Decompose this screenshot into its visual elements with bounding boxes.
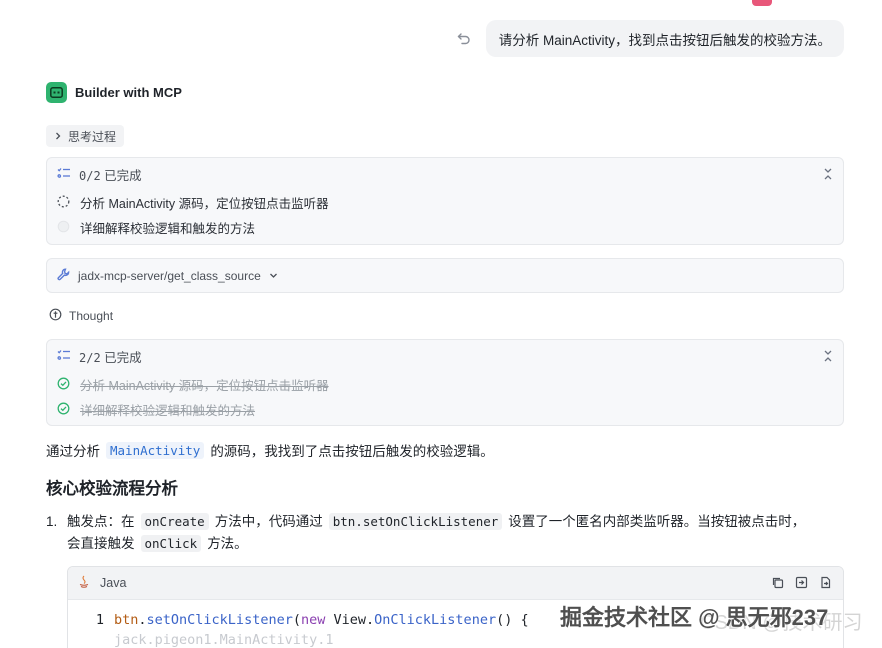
chevron-down-icon bbox=[269, 269, 278, 283]
check-circle-icon bbox=[57, 377, 70, 393]
checklist-icon bbox=[57, 349, 71, 364]
paragraph-text: 通过分析 bbox=[46, 444, 100, 459]
thinking-process-label: 思考过程 bbox=[68, 129, 117, 144]
inline-code: btn.setOnClickListener bbox=[328, 513, 503, 530]
inline-code: onClick bbox=[140, 535, 202, 552]
task-list-card-2: 2/2 已完成 分析 MainActivity 源码，定位按钮点击监听器 详细解… bbox=[46, 339, 844, 426]
java-icon bbox=[78, 575, 90, 592]
check-circle-icon bbox=[57, 402, 70, 418]
task-progress-status: 已完成 bbox=[104, 350, 142, 365]
list-text: 方法中，代码通过 bbox=[214, 514, 323, 529]
response-paragraph: 通过分析 MainActivity 的源码，我找到了点击按钮后触发的校验逻辑。 bbox=[46, 440, 494, 460]
thought-row[interactable]: Thought bbox=[49, 308, 113, 324]
collapse-icon[interactable] bbox=[821, 167, 835, 181]
loading-spinner-icon bbox=[57, 195, 70, 211]
thought-label: Thought bbox=[69, 309, 114, 323]
paragraph-text: 的源码，我找到了点击按钮后触发的校验逻辑。 bbox=[210, 444, 494, 459]
code-token: jack.pigeon1.MainActivity.1 bbox=[114, 632, 334, 648]
wrench-icon bbox=[57, 267, 70, 284]
line-number: 1 bbox=[95, 612, 104, 628]
agent-name: Builder with MCP bbox=[75, 85, 182, 100]
insert-code-icon[interactable] bbox=[795, 576, 809, 590]
code-token: new bbox=[300, 612, 326, 628]
inline-code: onCreate bbox=[140, 513, 209, 530]
tool-call-row[interactable]: jadx-mcp-server/get_class_source bbox=[46, 258, 844, 293]
user-avatar bbox=[752, 0, 772, 6]
code-language-label: Java bbox=[100, 576, 127, 590]
code-token: setOnClickListener bbox=[146, 612, 293, 628]
list-text: 方法。 bbox=[207, 536, 248, 551]
thought-info-icon bbox=[49, 308, 62, 324]
tool-call-name: jadx-mcp-server/get_class_source bbox=[78, 268, 261, 283]
task-progress-status: 已完成 bbox=[104, 168, 142, 183]
task-list-header: 0/2 已完成 bbox=[47, 158, 843, 190]
task-item-label: 详细解释校验逻辑和触发的方法 bbox=[80, 404, 256, 418]
task-list-card-1: 0/2 已完成 分析 MainActivity 源码，定位按钮点击监听器 详细解… bbox=[46, 157, 844, 245]
code-token: . bbox=[138, 612, 147, 628]
thinking-process-toggle[interactable]: 思考过程 bbox=[46, 125, 125, 147]
list-text: 会直接触发 bbox=[67, 536, 135, 551]
watermark: 掘金技术社区 @ 思无邪237 bbox=[560, 605, 829, 630]
builder-logo-icon bbox=[46, 82, 67, 103]
collapse-icon[interactable] bbox=[821, 349, 835, 363]
inline-code: MainActivity bbox=[106, 441, 205, 459]
code-token: View. bbox=[325, 612, 375, 628]
code-token: () { bbox=[496, 612, 529, 628]
code-block-header: Java bbox=[68, 567, 843, 600]
user-message-row: 请分析 MainActivity，找到点击按钮后触发的校验方法。 bbox=[456, 20, 844, 57]
chevron-right-icon bbox=[54, 129, 62, 143]
user-message-bubble: 请分析 MainActivity，找到点击按钮后触发的校验方法。 bbox=[485, 20, 844, 57]
task-item-label: 分析 MainActivity 源码，定位按钮点击监听器 bbox=[80, 197, 329, 211]
list-number: 1. bbox=[46, 514, 58, 529]
code-toolbar bbox=[771, 576, 833, 590]
task-item: 分析 MainActivity 源码，定位按钮点击监听器 bbox=[47, 190, 843, 215]
task-item: 详细解释校验逻辑和触发的方法 bbox=[47, 397, 843, 422]
copy-icon[interactable] bbox=[771, 576, 785, 590]
checklist-icon bbox=[57, 167, 71, 182]
ordered-list-item: 1. 触发点：在 onCreate 方法中，代码通过 btn.setOnClickLi… bbox=[46, 511, 846, 555]
task-list-header: 2/2 已完成 bbox=[47, 340, 843, 372]
task-item-label: 详细解释校验逻辑和触发的方法 bbox=[80, 222, 256, 236]
task-progress-count: 0/2 bbox=[79, 168, 101, 183]
apply-file-icon[interactable] bbox=[819, 576, 833, 590]
code-token: btn bbox=[114, 612, 139, 628]
undo-icon[interactable] bbox=[456, 31, 472, 47]
pending-circle-icon bbox=[57, 220, 70, 236]
task-item: 分析 MainActivity 源码，定位按钮点击监听器 bbox=[47, 372, 843, 397]
code-token: OnClickListener bbox=[374, 612, 497, 628]
task-item-label: 分析 MainActivity 源码，定位按钮点击监听器 bbox=[80, 379, 329, 393]
task-progress-count: 2/2 bbox=[79, 350, 101, 365]
agent-header: Builder with MCP bbox=[46, 82, 182, 103]
section-heading: 核心校验流程分析 bbox=[46, 480, 178, 498]
list-text: 触发点：在 bbox=[67, 514, 135, 529]
code-token: ( bbox=[292, 612, 301, 628]
list-text: 设置了一个匿名内部类监听器。当按钮被点击时， bbox=[508, 514, 806, 529]
task-item: 详细解释校验逻辑和触发的方法 bbox=[47, 215, 843, 240]
top-partial-header bbox=[0, 0, 882, 8]
